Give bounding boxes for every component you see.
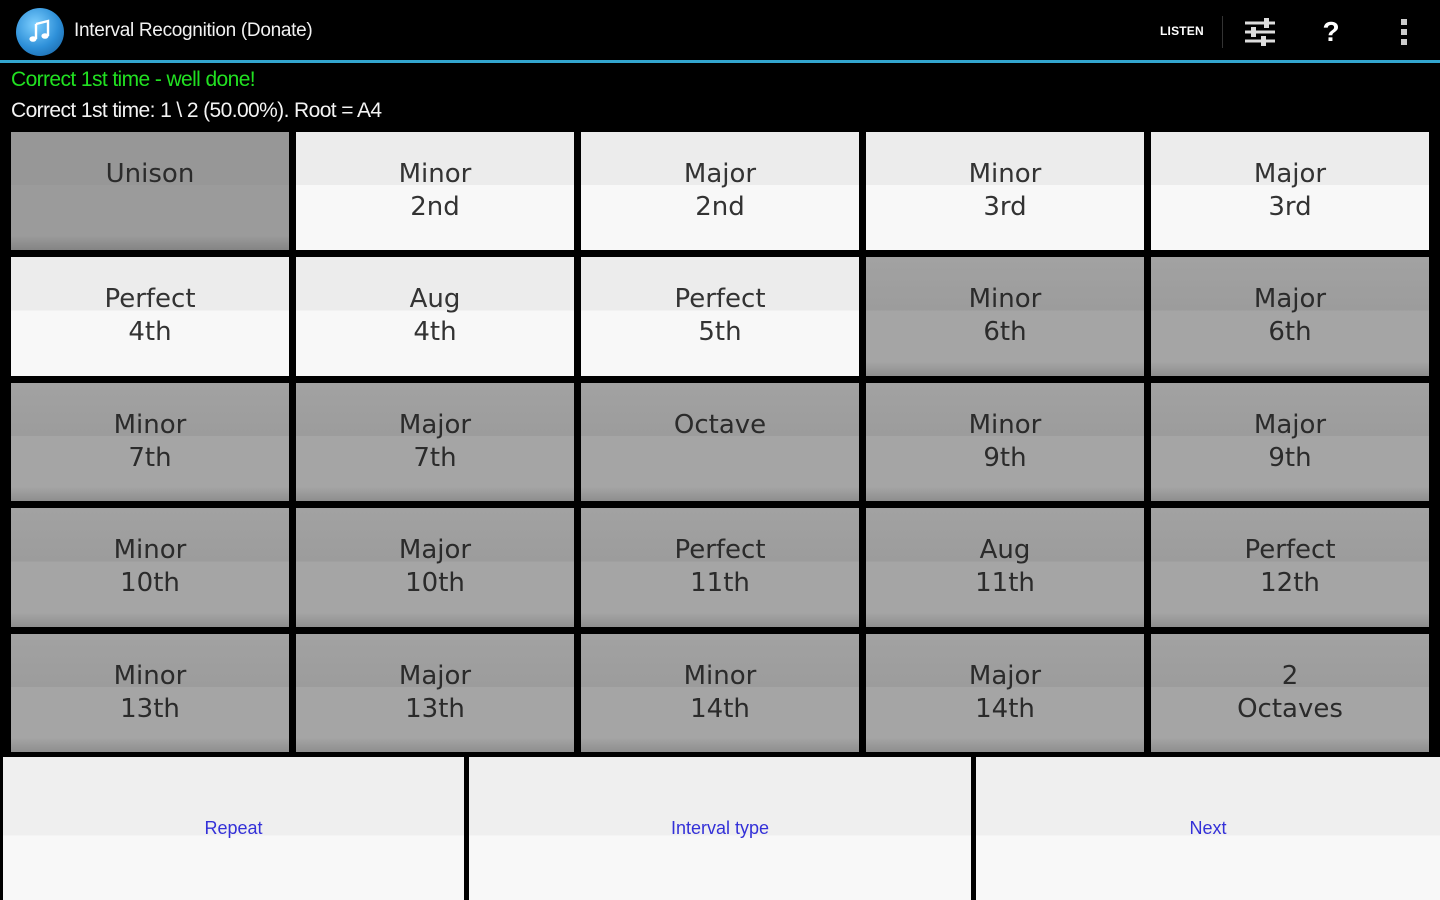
music-note-icon bbox=[29, 19, 50, 42]
interval-label-line1: Minor bbox=[398, 159, 472, 189]
action-bar: Interval Recognition (Donate) LISTEN ? bbox=[0, 0, 1440, 63]
interval-type-button[interactable]: Interval type bbox=[469, 757, 971, 900]
interval-label-line1: 2 bbox=[1281, 660, 1299, 691]
interval-label-line2: 6th bbox=[983, 317, 1027, 348]
interval-label-line1: Major bbox=[1253, 409, 1327, 440]
interval-button[interactable]: Major 14th bbox=[865, 632, 1145, 753]
interval-label-line1: Perfect bbox=[104, 284, 196, 315]
interval-label-line2: 4th bbox=[413, 317, 457, 348]
interval-button[interactable]: Perfect 5th bbox=[580, 256, 860, 377]
interval-grid: Unison Minor 2nd Major 2nd Minor 3rd Major 3rd Pe… bbox=[10, 131, 1430, 753]
interval-button[interactable]: Minor 3rd bbox=[865, 131, 1145, 252]
interval-label-line2: 14th bbox=[690, 693, 750, 724]
interval-label-line1: Minor bbox=[683, 660, 757, 691]
interval-button[interactable]: Minor 2nd bbox=[295, 131, 575, 252]
interval-label-line2: Octaves bbox=[1237, 693, 1343, 724]
interval-label-line1: Minor bbox=[113, 660, 187, 691]
interval-label-line2: 7th bbox=[128, 442, 172, 473]
interval-label-line2: 10th bbox=[405, 568, 465, 599]
interval-button[interactable]: Major 2nd bbox=[580, 131, 860, 252]
listen-button[interactable]: LISTEN bbox=[1160, 24, 1204, 38]
repeat-button[interactable]: Repeat bbox=[3, 757, 464, 900]
interval-button[interactable]: Major 13th bbox=[295, 632, 575, 753]
interval-label-line2: 3rd bbox=[1268, 192, 1312, 222]
interval-button[interactable]: Aug 11th bbox=[865, 507, 1145, 628]
interval-label-line2: 13th bbox=[120, 693, 180, 724]
interval-label-line1: Aug bbox=[409, 284, 461, 315]
interval-button[interactable]: Major 7th bbox=[295, 381, 575, 503]
interval-label-line1: Major bbox=[683, 159, 757, 189]
interval-label-line2: 11th bbox=[975, 568, 1035, 599]
interval-label-line2: 14th bbox=[975, 693, 1035, 724]
interval-label-line1: Minor bbox=[968, 284, 1042, 315]
interval-label-line1: Major bbox=[1253, 159, 1327, 189]
interval-label-line2: 10th bbox=[120, 568, 180, 599]
action-bar-divider bbox=[0, 60, 1440, 63]
interval-button[interactable]: Minor 7th bbox=[10, 381, 290, 503]
interval-label-line1: Perfect bbox=[674, 535, 766, 566]
interval-label-line1: Minor bbox=[968, 159, 1042, 189]
interval-label-line1: Perfect bbox=[674, 284, 766, 315]
interval-label-line1: Aug bbox=[979, 535, 1031, 566]
interval-label-line2: 2nd bbox=[410, 192, 460, 222]
interval-label-line1: Octave bbox=[673, 409, 767, 440]
interval-button[interactable]: 2 Octaves bbox=[1150, 632, 1430, 753]
interval-label-line1: Major bbox=[398, 660, 472, 691]
interval-button[interactable]: Minor 14th bbox=[580, 632, 860, 753]
interval-button[interactable]: Perfect 4th bbox=[10, 256, 290, 377]
interval-label-line2: 12th bbox=[1260, 568, 1320, 599]
sliders-icon bbox=[1245, 18, 1275, 46]
interval-button[interactable]: Octave bbox=[580, 381, 860, 503]
interval-button[interactable]: Perfect 11th bbox=[580, 507, 860, 628]
interval-button[interactable]: Aug 4th bbox=[295, 256, 575, 377]
settings-sliders-button[interactable] bbox=[1240, 14, 1280, 50]
interval-button[interactable]: Major 9th bbox=[1150, 381, 1430, 503]
interval-button[interactable]: Minor 9th bbox=[865, 381, 1145, 503]
app-logo-icon[interactable] bbox=[16, 8, 64, 56]
interval-label-line1: Perfect bbox=[1244, 535, 1336, 566]
interval-label-line2: 9th bbox=[983, 442, 1027, 473]
interval-label-line1: Minor bbox=[113, 535, 187, 566]
interval-label-line1: Minor bbox=[113, 409, 187, 440]
bottom-button-bar: Repeat Interval type Next bbox=[3, 757, 1440, 900]
interval-label-line2: 13th bbox=[405, 693, 465, 724]
interval-label-line2: 3rd bbox=[983, 192, 1027, 222]
interval-button[interactable]: Minor 13th bbox=[10, 632, 290, 753]
interval-label-line1: Unison bbox=[105, 159, 195, 189]
interval-label-line2: 6th bbox=[1268, 317, 1312, 348]
interval-button[interactable]: Major 10th bbox=[295, 507, 575, 628]
result-message: Correct 1st time - well done! bbox=[11, 68, 256, 91]
interval-label-line2: 11th bbox=[690, 568, 750, 599]
interval-button[interactable]: Minor 10th bbox=[10, 507, 290, 628]
interval-label-line2: 5th bbox=[698, 317, 742, 348]
app-title: Interval Recognition (Donate) bbox=[74, 20, 313, 41]
interval-button[interactable]: Unison bbox=[10, 131, 290, 252]
interval-label-line2: 9th bbox=[1268, 442, 1312, 473]
interval-button[interactable]: Minor 6th bbox=[865, 256, 1145, 377]
interval-label-line1: Minor bbox=[968, 409, 1042, 440]
interval-label-line1: Major bbox=[1253, 284, 1327, 315]
interval-label-line2: 7th bbox=[413, 442, 457, 473]
overflow-menu-icon[interactable] bbox=[1394, 16, 1414, 48]
next-button[interactable]: Next bbox=[976, 757, 1440, 900]
interval-label-line2: 4th bbox=[128, 317, 172, 348]
interval-button[interactable]: Major 3rd bbox=[1150, 131, 1430, 252]
interval-label-line1: Major bbox=[398, 409, 472, 440]
interval-button[interactable]: Major 6th bbox=[1150, 256, 1430, 377]
help-button[interactable]: ? bbox=[1316, 14, 1346, 50]
interval-button[interactable]: Perfect 12th bbox=[1150, 507, 1430, 628]
action-separator bbox=[1222, 16, 1223, 48]
interval-label-line1: Major bbox=[398, 535, 472, 566]
interval-label-line2: 2nd bbox=[695, 192, 745, 222]
score-summary: Correct 1st time: 1 \ 2 (50.00%). Root =… bbox=[11, 99, 382, 122]
interval-label-line1: Major bbox=[968, 660, 1042, 691]
